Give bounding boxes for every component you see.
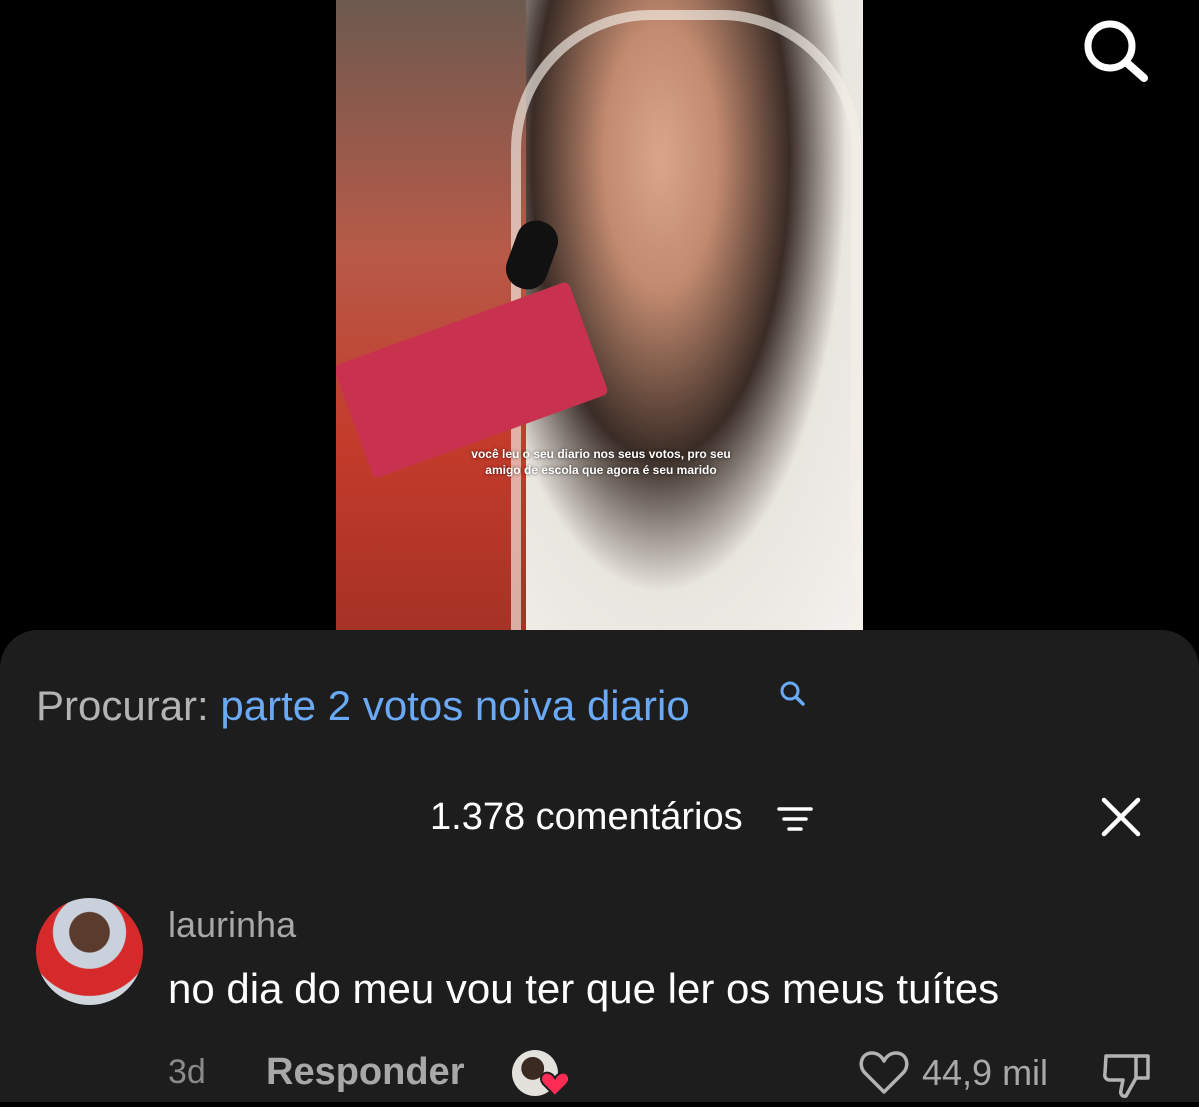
search-suggestion-query[interactable]: parte 2 votos noiva diario [220, 682, 689, 729]
close-icon[interactable] [1100, 796, 1142, 838]
comment-text: no dia do meu vou ter que ler os meus tu… [168, 965, 1000, 1012]
heart-icon [539, 1070, 571, 1098]
video-caption-line-2: amigo de escola que agora é seu marido [485, 463, 717, 477]
comment-username[interactable]: laurinha [168, 904, 296, 946]
like-count: 44,9 mil [922, 1052, 1049, 1093]
avatar[interactable] [36, 898, 143, 1005]
dislike-icon[interactable] [1100, 1048, 1154, 1102]
like-heart-icon[interactable] [858, 1048, 910, 1096]
filter-icon[interactable] [776, 804, 814, 834]
video-caption-line-1: você leu o seu diario nos seus votos, pr… [471, 447, 731, 461]
video-caption: você leu o seu diario nos seus votos, pr… [426, 446, 776, 478]
reply-button[interactable]: Responder [266, 1051, 464, 1093]
comment-timestamp: 3d [168, 1053, 206, 1091]
video-player[interactable]: você leu o seu diario nos seus votos, pr… [336, 0, 863, 630]
search-suggestion-icon [778, 680, 808, 708]
search-suggestion-label: Procurar: [36, 682, 221, 729]
search-suggestion[interactable]: Procurar: parte 2 votos noiva diario [36, 682, 690, 730]
comments-count-title: 1.378 comentários [430, 796, 743, 838]
search-icon[interactable] [1082, 18, 1150, 82]
